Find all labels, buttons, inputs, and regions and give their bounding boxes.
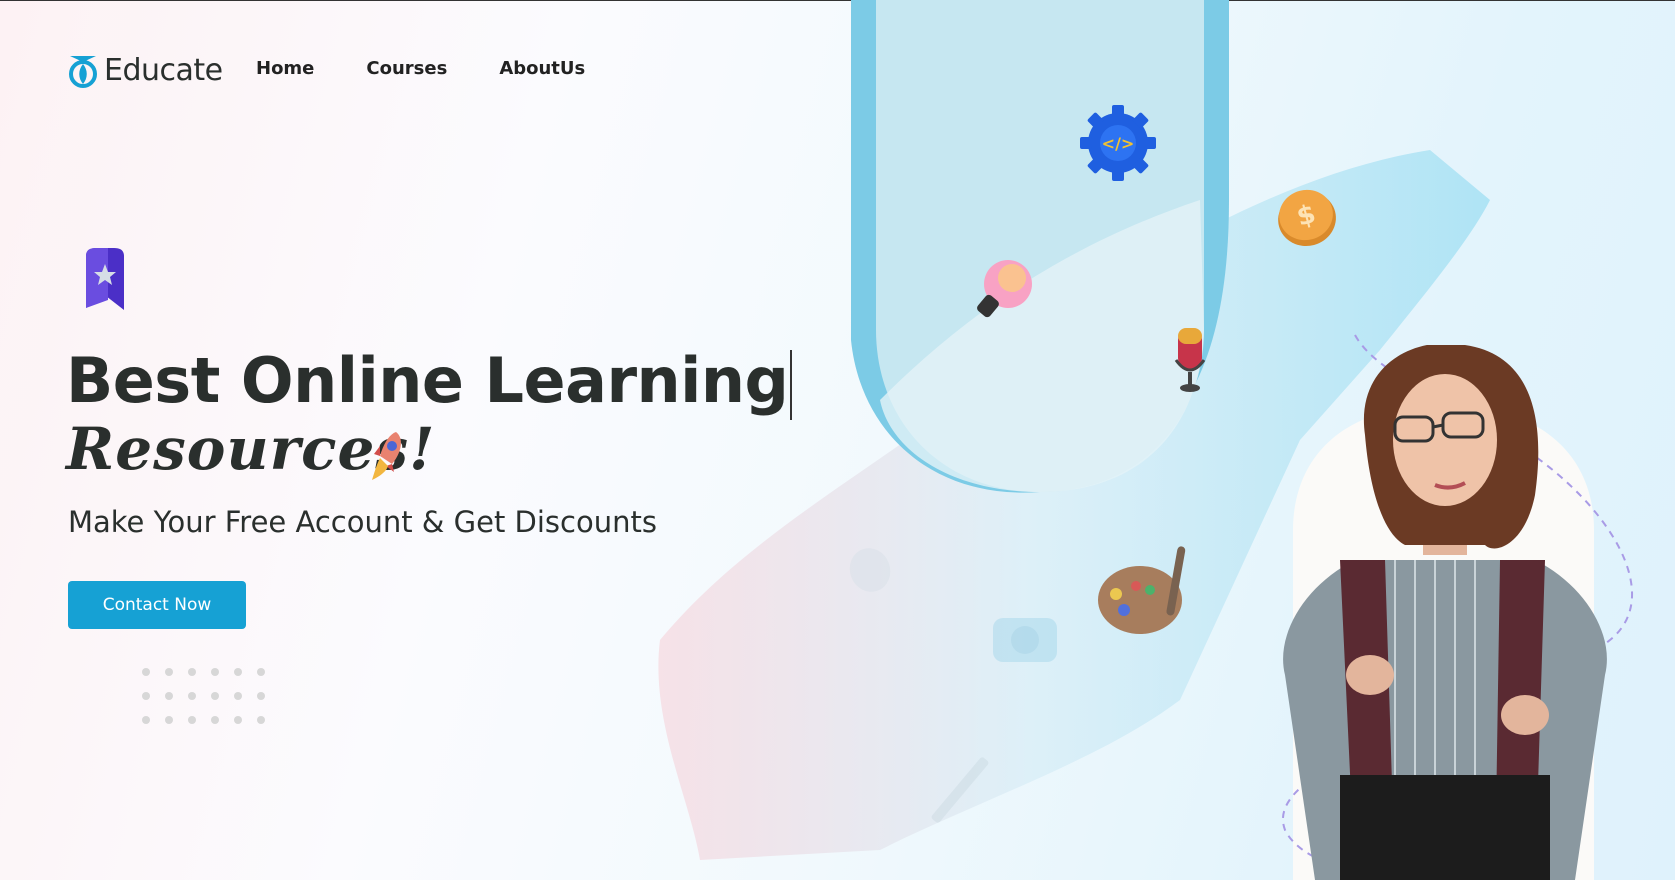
svg-text:</>: </>: [1102, 134, 1135, 153]
gear-code-icon: </>: [1080, 105, 1156, 181]
student-photo: [1283, 345, 1607, 880]
bookmark-star-icon: [86, 248, 124, 310]
main-nav: Home Courses AboutUs: [256, 58, 585, 79]
hero-title-text: Best Online Learning: [66, 344, 789, 417]
camera-icon: [993, 618, 1057, 662]
rocket-logo-icon: [69, 56, 97, 88]
hero-subtitle: Make Your Free Account & Get Discounts: [68, 505, 657, 539]
rocket-icon: [372, 432, 401, 480]
nav-courses[interactable]: Courses: [366, 58, 447, 79]
brand-name: Educate: [104, 52, 223, 88]
brand-logo[interactable]: Educate: [66, 52, 223, 88]
text-caret: [790, 349, 793, 420]
dot-grid-decoration: [142, 668, 265, 724]
nav-home[interactable]: Home: [256, 58, 314, 79]
hero-title: Best Online Learning: [66, 344, 793, 420]
contact-now-button[interactable]: Contact Now: [68, 581, 246, 629]
nav-aboutus[interactable]: AboutUs: [499, 58, 585, 79]
